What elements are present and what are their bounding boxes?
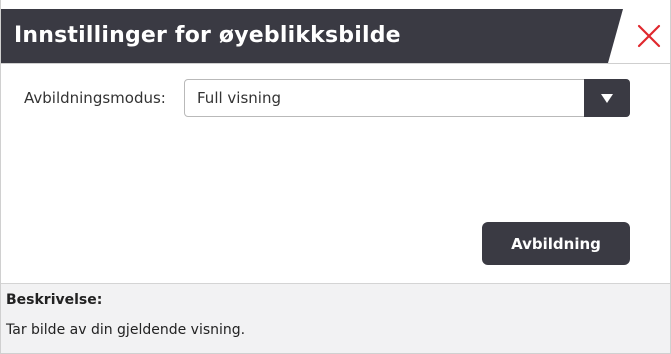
dialog-title: Innstillinger for øyeblikksbilde [14, 23, 401, 48]
dialog-title-bar: Innstillinger for øyeblikksbilde [1, 9, 671, 63]
snapshot-settings-dialog: Innstillinger for øyeblikksbilde Avbildn… [0, 0, 671, 354]
capture-mode-label: Avbildningsmodus: [24, 89, 166, 107]
description-heading: Beskrivelse: [6, 292, 103, 308]
close-button[interactable] [623, 9, 671, 63]
description-text: Tar bilde av din gjeldende visning. [6, 322, 246, 338]
caret-down-icon [601, 94, 613, 103]
description-panel: Beskrivelse: Tar bilde av din gjeldende … [1, 283, 670, 353]
capture-mode-select[interactable]: Full visning [184, 79, 630, 117]
capture-button[interactable]: Avbildning [482, 222, 630, 265]
title-divider [1, 63, 671, 64]
close-icon[interactable] [623, 9, 671, 63]
capture-mode-row: Avbildningsmodus: Full visning [1, 77, 671, 119]
capture-mode-value: Full visning [197, 89, 281, 107]
dropdown-toggle[interactable] [584, 79, 630, 117]
